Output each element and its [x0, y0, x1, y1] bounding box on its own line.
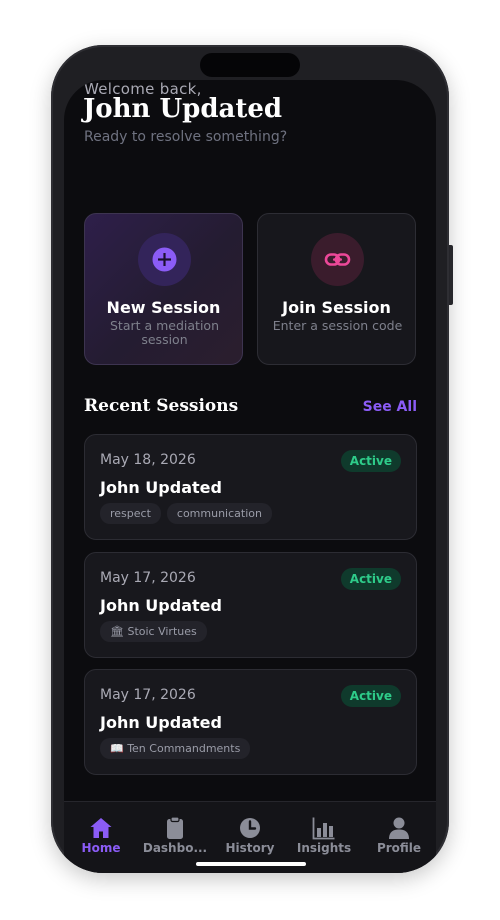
see-all-link[interactable]: See All: [363, 399, 417, 415]
status-badge: Active: [340, 685, 401, 707]
session-name: John Updated: [100, 596, 222, 615]
new-session-card[interactable]: New Session Start a mediation session: [84, 213, 243, 365]
join-session-subtitle: Enter a session code: [272, 318, 403, 333]
session-tag: 🏛 Stoic Virtues: [100, 621, 207, 642]
phone-side-button: [449, 245, 453, 305]
session-tag: respect: [100, 503, 161, 524]
tab-home[interactable]: Home: [64, 802, 138, 873]
session-tag: 📖 Ten Commandments: [100, 738, 251, 759]
join-session-card[interactable]: Join Session Enter a session code: [257, 213, 416, 365]
tab-profile[interactable]: Profile: [362, 802, 436, 873]
status-badge: Active: [340, 568, 401, 590]
tab-label: Insights: [296, 841, 352, 855]
session-date: May 17, 2026: [100, 570, 196, 586]
app-screen: Welcome back, John Updated Ready to reso…: [64, 80, 436, 846]
session-card[interactable]: May 17, 2026 Active John Updated 🏛 Stoic…: [84, 552, 417, 658]
tagline-text: Ready to resolve something?: [84, 129, 288, 145]
clipboard-icon: [167, 816, 183, 839]
new-session-icon-circle: [138, 233, 191, 286]
home-indicator[interactable]: [196, 862, 306, 866]
tab-label: Dashbo...: [142, 841, 208, 855]
session-tags: 🏛 Stoic Virtues: [100, 621, 207, 642]
session-date: May 17, 2026: [100, 687, 196, 703]
session-name: John Updated: [100, 713, 222, 732]
join-session-title: Join Session: [282, 298, 391, 317]
join-session-icon-circle: [311, 233, 364, 286]
recent-sessions-heading: Recent Sessions: [84, 396, 239, 416]
link-icon: [324, 253, 351, 266]
session-name: John Updated: [100, 478, 222, 497]
session-tags: respect communication: [100, 503, 272, 524]
status-badge: Active: [340, 450, 401, 472]
dynamic-island: [200, 53, 300, 77]
user-name-heading: John Updated: [83, 94, 283, 124]
tab-label: Home: [81, 841, 121, 855]
session-date: May 18, 2026: [100, 452, 196, 468]
session-card[interactable]: May 17, 2026 Active John Updated 📖 Ten C…: [84, 669, 417, 775]
home-icon: [90, 818, 112, 838]
plus-icon: [152, 247, 177, 272]
person-icon: [389, 817, 409, 839]
phone-frame: Welcome back, John Updated Ready to reso…: [51, 45, 449, 873]
session-tag: communication: [166, 503, 272, 524]
session-tags: 📖 Ten Commandments: [100, 738, 251, 759]
session-card[interactable]: May 18, 2026 Active John Updated respect…: [84, 434, 417, 540]
clock-icon: [240, 818, 260, 838]
new-session-title: New Session: [106, 298, 221, 317]
bar-chart-icon: [312, 817, 335, 840]
tab-label: History: [225, 841, 275, 855]
tab-label: Profile: [376, 841, 422, 855]
new-session-subtitle: Start a mediation session: [109, 318, 220, 347]
